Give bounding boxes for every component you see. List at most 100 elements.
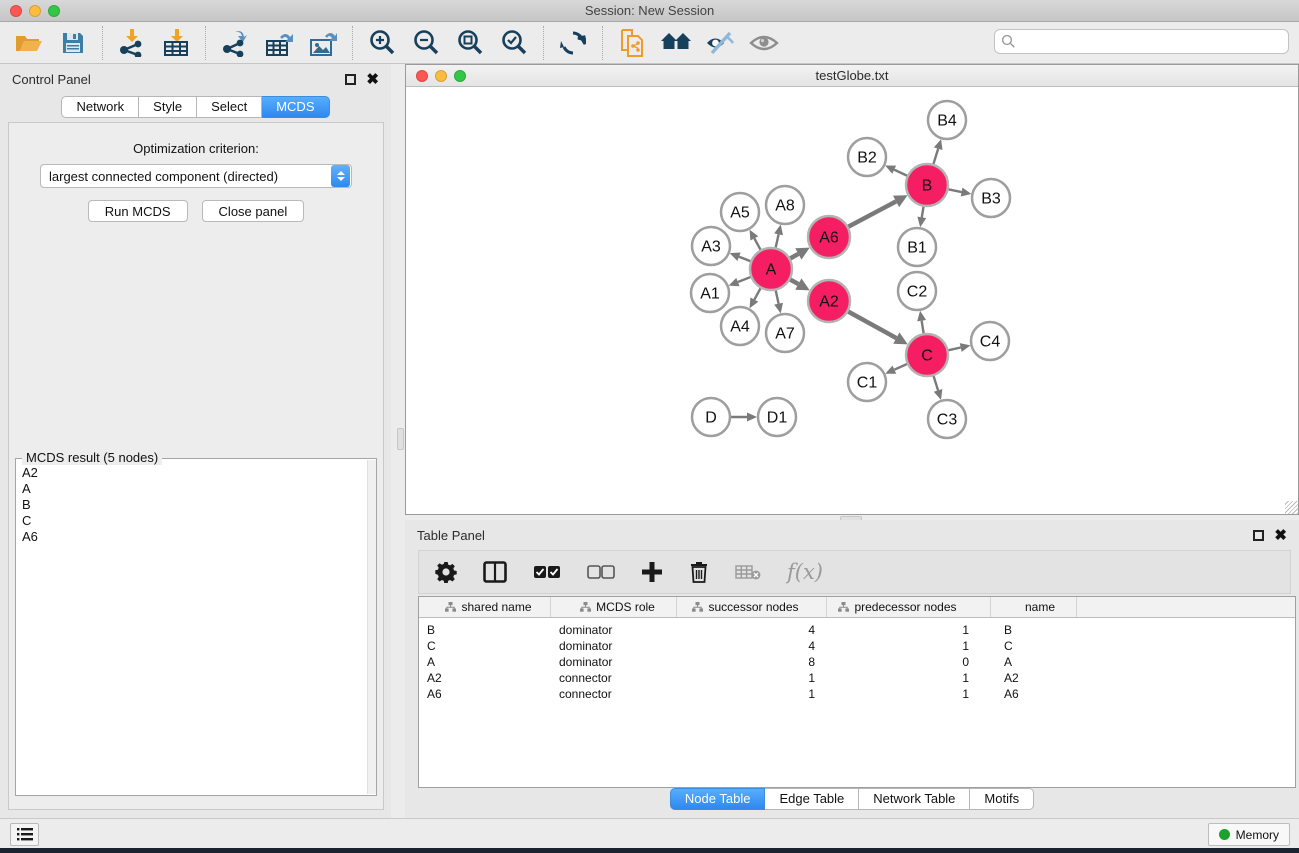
graph-node-A5[interactable]: A5	[721, 193, 759, 231]
export-network-icon[interactable]	[220, 28, 250, 58]
edge-B-B3[interactable]	[948, 189, 962, 192]
tab-motifs[interactable]: Motifs	[970, 788, 1034, 810]
edge-C-C4[interactable]	[947, 348, 960, 351]
graph-node-A3[interactable]: A3	[692, 227, 730, 265]
edge-A-A6[interactable]	[789, 254, 798, 259]
graph-node-C3[interactable]: C3	[928, 400, 966, 438]
table-row[interactable]: Adominator80A	[419, 654, 1295, 670]
show-all-icon[interactable]	[749, 28, 779, 58]
network-canvas[interactable]: AA1A2A3A4A5A6A7A8BB1B2B3B4CC1C2C3C4DD1	[406, 87, 1298, 514]
add-column-icon[interactable]	[641, 561, 663, 583]
edge-B-B4[interactable]	[933, 149, 938, 165]
column-header-predecessor-nodes[interactable]: predecessor nodes	[827, 597, 991, 617]
column-settings-icon[interactable]	[483, 561, 507, 583]
mcds-result-item[interactable]: A	[22, 481, 374, 497]
column-header-shared-name[interactable]: shared name	[419, 597, 551, 617]
hide-selected-icon[interactable]	[705, 28, 735, 58]
close-panel-button[interactable]: Close panel	[202, 200, 305, 222]
graph-node-A4[interactable]: A4	[721, 307, 759, 345]
table-cell-shared-name[interactable]: A6	[419, 687, 551, 701]
delete-column-icon[interactable]	[689, 561, 709, 583]
window-resize-grip[interactable]	[1285, 501, 1298, 514]
table-cell-successor-nodes[interactable]: 8	[677, 655, 827, 669]
edge-C-C2[interactable]	[922, 321, 924, 335]
tab-select[interactable]: Select	[197, 96, 262, 118]
tab-style[interactable]: Style	[139, 96, 197, 118]
import-network-icon[interactable]	[117, 28, 147, 58]
select-all-icon[interactable]	[533, 565, 561, 579]
table-cell-mcds-role[interactable]: dominator	[551, 655, 677, 669]
refresh-icon[interactable]	[558, 28, 588, 58]
edge-A-A3[interactable]	[739, 257, 751, 262]
zoom-out-icon[interactable]	[411, 28, 441, 58]
mcds-result-item[interactable]: C	[22, 513, 374, 529]
edge-A-A7[interactable]	[775, 290, 778, 304]
graph-node-D1[interactable]: D1	[758, 398, 796, 436]
memory-button[interactable]: Memory	[1208, 823, 1290, 846]
graph-node-C1[interactable]: C1	[848, 363, 886, 401]
zoom-window-button[interactable]	[48, 5, 60, 17]
open-folder-icon[interactable]	[14, 28, 44, 58]
table-cell-mcds-role[interactable]: connector	[551, 671, 677, 685]
table-cell-successor-nodes[interactable]: 4	[677, 623, 827, 637]
close-network-button[interactable]	[416, 70, 428, 82]
column-header-successor-nodes[interactable]: successor nodes	[677, 597, 827, 617]
graph-node-A2[interactable]: A2	[808, 280, 850, 322]
table-cell-shared-name[interactable]: A2	[419, 671, 551, 685]
table-cell-name[interactable]: A6	[991, 687, 1077, 701]
task-history-button[interactable]	[10, 823, 39, 846]
edge-B-B1[interactable]	[922, 206, 924, 218]
table-cell-shared-name[interactable]: A	[419, 655, 551, 669]
edge-A-A1[interactable]	[738, 277, 752, 282]
float-table-panel-icon[interactable]	[1253, 530, 1264, 541]
table-cell-name[interactable]: A2	[991, 671, 1077, 685]
column-header-name[interactable]: name	[991, 597, 1077, 617]
home-icon[interactable]	[661, 28, 691, 58]
import-table-icon[interactable]	[161, 28, 191, 58]
graph-node-B3[interactable]: B3	[972, 179, 1010, 217]
export-table-icon[interactable]	[264, 28, 294, 58]
table-cell-successor-nodes[interactable]: 1	[677, 671, 827, 685]
table-cell-mcds-role[interactable]: connector	[551, 687, 677, 701]
graph-node-A[interactable]: A	[750, 248, 792, 290]
edge-A2-C[interactable]	[847, 311, 896, 338]
table-cell-mcds-role[interactable]: dominator	[551, 639, 677, 653]
column-header-mcds-role[interactable]: MCDS role	[551, 597, 677, 617]
table-cell-shared-name[interactable]: B	[419, 623, 551, 637]
table-row[interactable]: Cdominator41C	[419, 638, 1295, 654]
gear-icon[interactable]	[435, 561, 457, 583]
zoom-network-button[interactable]	[454, 70, 466, 82]
table-cell-shared-name[interactable]: C	[419, 639, 551, 653]
graph-node-C4[interactable]: C4	[971, 322, 1009, 360]
edge-C-C1[interactable]	[894, 364, 907, 370]
graph-node-B4[interactable]: B4	[928, 101, 966, 139]
table-row[interactable]: A6connector11A6	[419, 686, 1295, 702]
edge-A-A5[interactable]	[754, 238, 761, 250]
table-cell-predecessor-nodes[interactable]: 1	[827, 639, 991, 653]
network-graph[interactable]: AA1A2A3A4A5A6A7A8BB1B2B3B4CC1C2C3C4DD1	[406, 87, 1298, 514]
tab-network-table[interactable]: Network Table	[859, 788, 970, 810]
float-panel-icon[interactable]	[345, 74, 356, 85]
close-window-button[interactable]	[10, 5, 22, 17]
graph-node-A6[interactable]: A6	[808, 216, 850, 258]
zoom-fit-icon[interactable]	[455, 28, 485, 58]
network-window-controls[interactable]	[416, 70, 466, 82]
window-controls[interactable]	[10, 5, 60, 17]
graph-node-B2[interactable]: B2	[848, 138, 886, 176]
edge-A-A2[interactable]	[789, 279, 798, 284]
graph-node-A7[interactable]: A7	[766, 314, 804, 352]
search-field[interactable]	[994, 29, 1289, 54]
deselect-all-icon[interactable]	[587, 565, 615, 579]
search-input[interactable]	[1016, 34, 1288, 49]
minimize-window-button[interactable]	[29, 5, 41, 17]
result-scrollbar[interactable]	[367, 460, 376, 794]
table-cell-name[interactable]: A	[991, 655, 1077, 669]
mcds-result-item[interactable]: A2	[22, 465, 374, 481]
graph-node-A8[interactable]: A8	[766, 186, 804, 224]
run-mcds-button[interactable]: Run MCDS	[88, 200, 188, 222]
tab-network[interactable]: Network	[61, 96, 139, 118]
criterion-dropdown[interactable]: largest connected component (directed)	[40, 164, 352, 188]
table-cell-mcds-role[interactable]: dominator	[551, 623, 677, 637]
save-icon[interactable]	[58, 28, 88, 58]
table-cell-predecessor-nodes[interactable]: 1	[827, 671, 991, 685]
